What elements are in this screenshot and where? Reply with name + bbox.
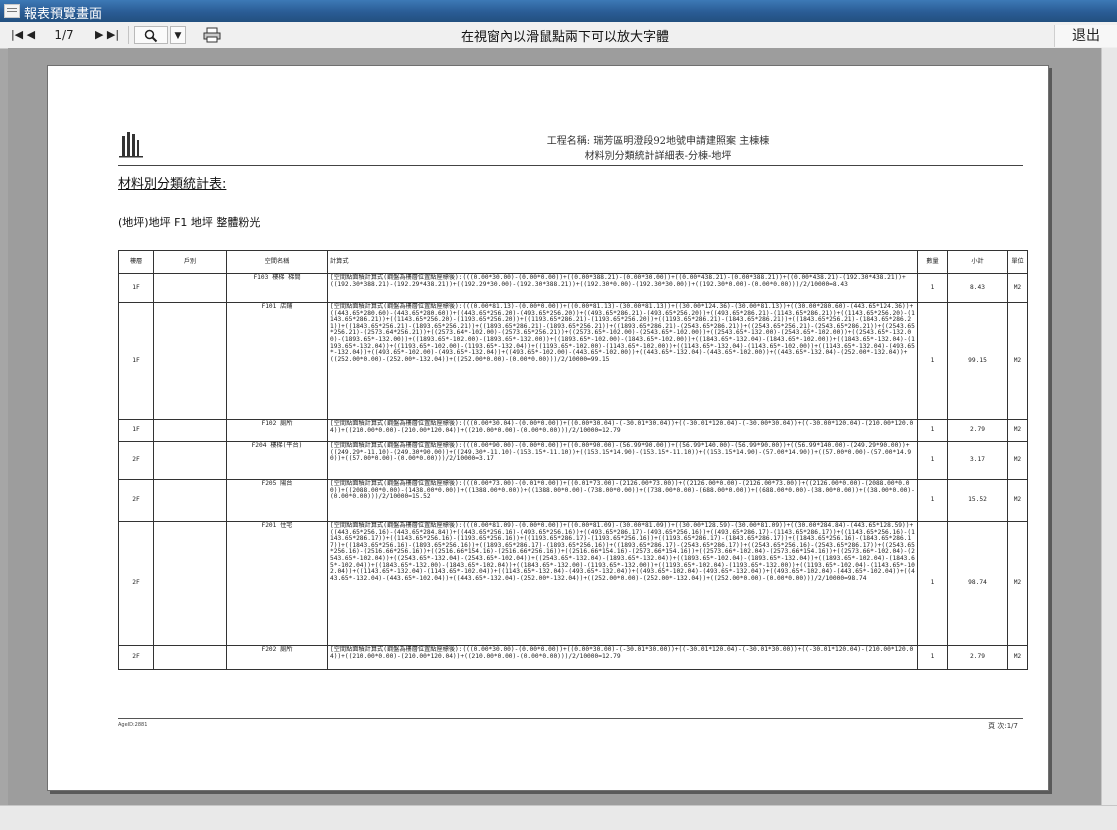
cell-unit: M2 xyxy=(1007,645,1028,670)
cell-qty: 1 xyxy=(917,521,948,646)
print-button[interactable] xyxy=(198,26,226,44)
table-header-row: 樓層 戶別 空間名稱 計算式 數量 小計 單位 xyxy=(118,250,1028,274)
cell-subtotal: 98.74 xyxy=(947,521,1008,646)
page-number: 頁 次:1/7 xyxy=(988,722,1018,730)
cell-formula: [空間點面積計算式(鋼盤為樓層位置點座標後):(((0.00*81.13)-(0… xyxy=(327,302,918,420)
cell-unit-no xyxy=(153,419,227,442)
cell-qty: 1 xyxy=(917,479,948,522)
material-category: (地坪)地坪 F1 地坪 整體粉光 xyxy=(118,216,261,229)
report-app-icon xyxy=(4,4,20,18)
first-prev-page-button[interactable]: |◀ ◀ xyxy=(10,26,36,44)
cell-unit: M2 xyxy=(1007,479,1028,522)
search-icon xyxy=(144,29,158,43)
cell-formula: [空間點面積計算式(鋼盤為樓層位置點座標後):(((0.00*30.00)-(0… xyxy=(327,645,918,670)
table-row: 2F F202 廁所 [空間點面積計算式(鋼盤為樓層位置點座標後):(((0.0… xyxy=(118,645,1028,670)
cell-subtotal: 2.79 xyxy=(947,419,1008,442)
cell-unit: M2 xyxy=(1007,302,1028,420)
preview-toolbar: |◀ ◀ 1/7 ▶ ▶| ▼ 在視窗內以滑鼠點兩下可以放大字體 退出 xyxy=(0,22,1117,49)
report-page: 工程名稱: 瑞芳區明澄段92地號申請建照案 主棟棟 材料別分類統計詳細表-分棟-… xyxy=(47,65,1049,791)
cell-qty: 1 xyxy=(917,645,948,670)
cell-space: F205 陽台 xyxy=(226,479,328,522)
cell-space: F204 樓梯(平台) xyxy=(226,441,328,480)
printer-icon xyxy=(203,27,221,43)
column-header-unit-no: 戶別 xyxy=(153,250,227,274)
window-title: 報表預覽畫面 xyxy=(24,7,103,22)
footer-id: AgeID:2881 xyxy=(118,722,148,728)
cell-unit-no xyxy=(153,441,227,480)
column-header-formula: 計算式 xyxy=(327,250,918,274)
cell-subtotal: 2.79 xyxy=(947,645,1008,670)
column-header-unit: 單位 xyxy=(1007,250,1028,274)
table-row: 2F F201 住宅 [空間點面積計算式(鋼盤為樓層位置點座標後):(((0.0… xyxy=(118,521,1028,646)
cell-qty: 1 xyxy=(917,419,948,442)
table-row: 1F F103 樓梯 梯間 [空間點面積計算式(鋼盤為樓層位置點座標後):(((… xyxy=(118,273,1028,303)
cell-subtotal: 15.52 xyxy=(947,479,1008,522)
zoom-dropdown-button[interactable]: ▼ xyxy=(170,26,186,44)
cell-floor: 2F xyxy=(118,645,154,670)
cell-space: F201 住宅 xyxy=(226,521,328,646)
cell-floor: 1F xyxy=(118,302,154,420)
cell-unit: M2 xyxy=(1007,441,1028,480)
cell-unit-no xyxy=(153,521,227,646)
cell-space: F103 樓梯 梯間 xyxy=(226,273,328,303)
cell-floor: 2F xyxy=(118,521,154,646)
column-header-space: 空間名稱 xyxy=(226,250,328,274)
cell-subtotal: 3.17 xyxy=(947,441,1008,480)
material-table: 樓層 戶別 空間名稱 計算式 數量 小計 單位 1F F103 樓梯 梯間 [空… xyxy=(118,250,1028,670)
project-title: 工程名稱: 瑞芳區明澄段92地號申請建照案 主棟棟 xyxy=(546,136,770,147)
cell-formula: [空間點面積計算式(鋼盤為樓層位置點座標後):(((0.00*81.09)-(0… xyxy=(327,521,918,646)
cell-formula: [空間點面積計算式(鋼盤為樓層位置點座標後):(((0.00*73.00)-(0… xyxy=(327,479,918,522)
table-row: 2F F204 樓梯(平台) [空間點面積計算式(鋼盤為樓層位置點座標後):((… xyxy=(118,441,1028,480)
zoom-button[interactable] xyxy=(134,26,168,44)
cell-unit-no xyxy=(153,273,227,303)
column-header-subtotal: 小計 xyxy=(947,250,1008,274)
horizontal-scrollbar[interactable] xyxy=(0,805,1117,830)
section-title: 材料別分類統計表: xyxy=(118,177,227,192)
cell-unit: M2 xyxy=(1007,521,1028,646)
cell-space: F101 店鋪 xyxy=(226,302,328,420)
table-row: 2F F205 陽台 [空間點面積計算式(鋼盤為樓層位置點座標後):(((0.0… xyxy=(118,479,1028,522)
cell-subtotal: 8.43 xyxy=(947,273,1008,303)
company-logo-icon xyxy=(119,132,143,158)
table-row: 1F F101 店鋪 [空間點面積計算式(鋼盤為樓層位置點座標後):(((0.0… xyxy=(118,302,1028,420)
cell-floor: 2F xyxy=(118,441,154,480)
column-header-floor: 樓層 xyxy=(118,250,154,274)
toolbar-separator xyxy=(128,26,129,44)
cell-space: F202 廁所 xyxy=(226,645,328,670)
cell-floor: 1F xyxy=(118,273,154,303)
window-titlebar: 報表預覽畫面 xyxy=(0,0,1117,22)
cell-qty: 1 xyxy=(917,273,948,303)
cell-subtotal: 99.15 xyxy=(947,302,1008,420)
zoom-hint-text: 在視窗內以滑鼠點兩下可以放大字體 xyxy=(460,30,669,45)
cell-unit: M2 xyxy=(1007,273,1028,303)
table-row: 1F F102 廁所 [空間點面積計算式(鋼盤為樓層位置點座標後):(((0.0… xyxy=(118,419,1028,442)
footer-divider xyxy=(118,718,1023,719)
cell-formula: [空間點面積計算式(鋼盤為樓層位置點座標後):(((0.00*30.00)-(0… xyxy=(327,273,918,303)
cell-unit: M2 xyxy=(1007,419,1028,442)
cell-floor: 2F xyxy=(118,479,154,522)
cell-unit-no xyxy=(153,302,227,420)
cell-floor: 1F xyxy=(118,419,154,442)
header-divider xyxy=(118,165,1023,166)
next-last-page-button[interactable]: ▶ ▶| xyxy=(92,26,122,44)
cell-qty: 1 xyxy=(917,441,948,480)
cell-formula: [空間點面積計算式(鋼盤為樓層位置點座標後):(((0.00*90.00)-(0… xyxy=(327,441,918,480)
cell-qty: 1 xyxy=(917,302,948,420)
page-indicator: 1/7 xyxy=(54,28,74,42)
chevron-down-icon: ▼ xyxy=(174,31,182,41)
cell-formula: [空間點面積計算式(鋼盤為樓層位置點座標後):(((0.00*30.04)-(0… xyxy=(327,419,918,442)
report-subtitle: 材料別分類統計詳細表-分棟-地坪 xyxy=(584,151,732,162)
cell-unit-no xyxy=(153,479,227,522)
exit-button[interactable]: 退出 xyxy=(1054,25,1117,47)
column-header-qty: 數量 xyxy=(917,250,948,274)
vertical-scrollbar[interactable] xyxy=(1101,48,1117,805)
cell-space: F102 廁所 xyxy=(226,419,328,442)
cell-unit-no xyxy=(153,645,227,670)
